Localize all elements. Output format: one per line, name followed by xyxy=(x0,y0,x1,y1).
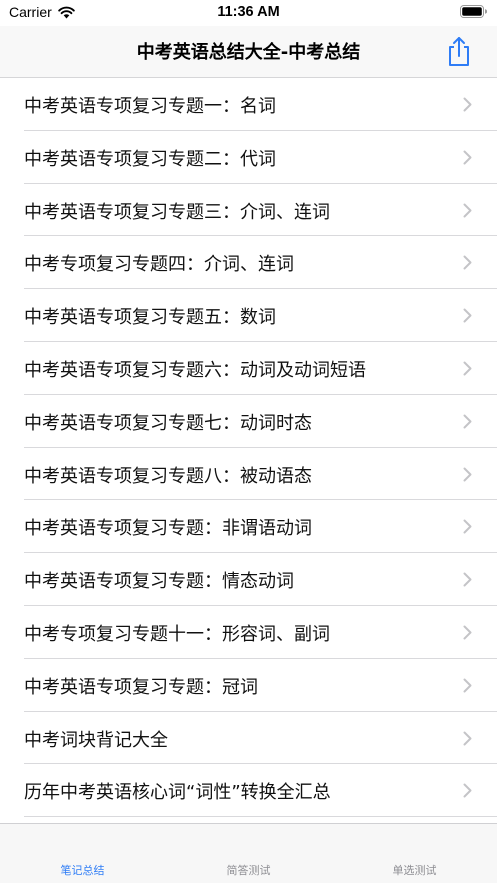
list-item[interactable]: 中考英语专项复习专题五：数词 xyxy=(0,289,497,342)
navigation-bar: 中考英语总结大全-中考总结 xyxy=(0,26,497,78)
chevron-right-icon xyxy=(463,467,472,482)
list-item-label: 中考英语专项复习专题六：动词及动词短语 xyxy=(24,359,366,381)
list-item-label: 中考专项复习专题四：介词、连词 xyxy=(24,254,294,276)
list-item-label: 中考英语专项复习专题：冠词 xyxy=(24,676,258,698)
list-item[interactable]: 中考英语专项复习专题三：介词、连词 xyxy=(0,184,497,237)
chevron-right-icon xyxy=(463,678,472,693)
chevron-right-icon xyxy=(463,519,472,534)
list-item-label: 中考英语专项复习专题：情态动词 xyxy=(24,571,294,593)
list-item-label: 中考英语专项复习专题七：动词时态 xyxy=(24,412,312,434)
share-icon xyxy=(449,37,469,66)
list-item[interactable]: 中考专项复习专题四：介词、连词 xyxy=(0,236,497,289)
chevron-right-icon xyxy=(463,308,472,323)
status-time: 11:36 AM xyxy=(217,4,280,20)
tab-single-choice-test[interactable]: 单选测试 xyxy=(332,862,497,878)
list-item[interactable]: 中考英语专项复习专题：非谓语动词 xyxy=(0,500,497,553)
list-item[interactable]: 历年中考英语核心词“词性”转换全汇总 xyxy=(0,764,497,817)
list-item-label: 中考英语专项复习专题三：介词、连词 xyxy=(24,201,330,223)
list-item[interactable]: 中考英语专项复习专题：情态动词 xyxy=(0,553,497,606)
list-item-label: 中考英语专项复习专题八：被动语态 xyxy=(24,465,312,487)
tab-notes-summary[interactable]: 笔记总结 xyxy=(0,862,165,878)
battery-icon xyxy=(460,5,487,18)
chevron-right-icon xyxy=(463,783,472,798)
chevron-right-icon xyxy=(463,625,472,640)
tab-bar: 笔记总结 简答测试 单选测试 xyxy=(0,823,497,883)
list-item[interactable]: 中考英语专项复习专题一：名词 xyxy=(0,78,497,131)
list-item[interactable]: 中考英语专项复习专题八：被动语态 xyxy=(0,448,497,501)
list-item[interactable]: 中考英语专项复习专题：冠词 xyxy=(0,659,497,712)
tab-short-answer-test[interactable]: 简答测试 xyxy=(166,862,331,878)
page-title: 中考英语总结大全-中考总结 xyxy=(136,42,361,63)
list-item-label: 历年中考英语核心词“词性”转换全汇总 xyxy=(24,782,331,804)
list-item-label: 中考专项复习专题十一：形容词、副词 xyxy=(24,623,330,645)
list-item-label: 中考词块背记大全 xyxy=(24,729,168,751)
status-bar: Carrier 11:36 AM xyxy=(0,0,497,26)
chevron-right-icon xyxy=(463,150,472,165)
chevron-right-icon xyxy=(463,731,472,746)
list-item-label: 中考英语专项复习专题一：名词 xyxy=(24,96,276,117)
share-button[interactable] xyxy=(445,34,473,68)
list-item-label: 中考英语专项复习专题：非谓语动词 xyxy=(24,518,312,540)
list-item[interactable]: 中考英语专项复习专题七：动词时态 xyxy=(0,395,497,448)
list-item-label: 中考英语专项复习专题二：代词 xyxy=(24,148,276,170)
list-item[interactable]: 中考英语专项复习专题六：动词及动词短语 xyxy=(0,342,497,395)
chevron-right-icon xyxy=(463,361,472,376)
chevron-right-icon xyxy=(463,414,472,429)
list-item[interactable]: 中考英语专项复习专题二：代词 xyxy=(0,131,497,184)
chevron-right-icon xyxy=(463,255,472,270)
list-item[interactable]: 中考词块背记大全 xyxy=(0,712,497,765)
topic-list: 中考英语专项复习专题一：名词 中考英语专项复习专题二：代词中考英语专项复习专题三：… xyxy=(0,78,497,817)
chevron-right-icon xyxy=(463,203,472,218)
list-item[interactable]: 中考专项复习专题十一：形容词、副词 xyxy=(0,606,497,659)
list-item-label: 中考英语专项复习专题五：数词 xyxy=(24,307,276,329)
chevron-right-icon xyxy=(463,97,472,112)
chevron-right-icon xyxy=(463,572,472,587)
